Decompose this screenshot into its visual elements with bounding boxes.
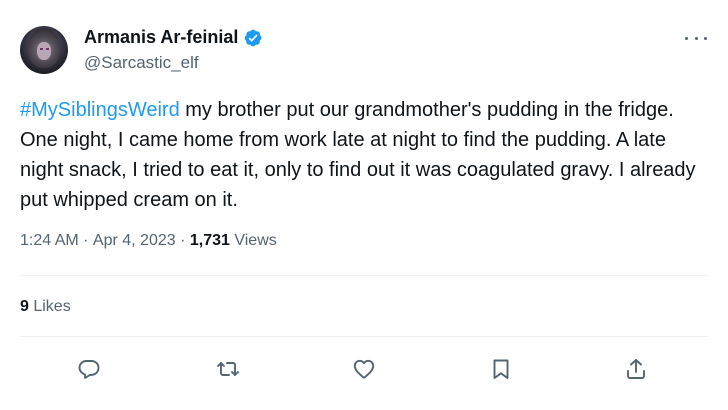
- author-name-row: Armanis Ar-feinial: [84, 27, 263, 48]
- dot: [704, 36, 707, 40]
- tweet-time[interactable]: 1:24 AM: [20, 232, 79, 250]
- likes-label: Likes: [28, 298, 71, 315]
- reply-icon[interactable]: [77, 357, 101, 381]
- more-options-icon[interactable]: [685, 28, 707, 48]
- dot: [694, 36, 698, 40]
- avatar-eye: [46, 48, 49, 50]
- verified-badge-icon: [243, 28, 263, 48]
- retweet-icon[interactable]: [216, 357, 240, 381]
- share-icon[interactable]: [624, 357, 648, 381]
- like-icon[interactable]: [352, 357, 376, 381]
- tweet-meta: 1:24 AM · Apr 4, 2023 · 1,731 Views: [20, 232, 277, 250]
- views-label: Views: [229, 232, 277, 249]
- tweet-text: #MySiblingsWeird my brother put our gran…: [20, 95, 710, 215]
- likes-count: 9: [20, 298, 29, 315]
- tweet-card: Armanis Ar-feinial @Sarcastic_elf #MySib…: [0, 0, 728, 410]
- views-count: 1,731: [189, 232, 230, 249]
- tweet-date[interactable]: Apr 4, 2023: [93, 232, 176, 250]
- likes-link[interactable]: 9 Likes: [20, 298, 71, 316]
- hashtag-link[interactable]: #MySiblingsWeird: [20, 99, 180, 121]
- avatar[interactable]: [20, 26, 68, 74]
- bookmark-icon[interactable]: [489, 357, 513, 381]
- avatar-eye: [40, 48, 43, 50]
- display-name[interactable]: Armanis Ar-feinial: [84, 27, 238, 48]
- avatar-face: [37, 42, 51, 60]
- meta-separator: ·: [78, 232, 93, 249]
- dot: [685, 36, 688, 40]
- user-handle[interactable]: @Sarcastic_elf: [84, 53, 199, 73]
- divider: [20, 275, 708, 276]
- divider: [20, 336, 708, 337]
- meta-separator: ·: [175, 232, 190, 249]
